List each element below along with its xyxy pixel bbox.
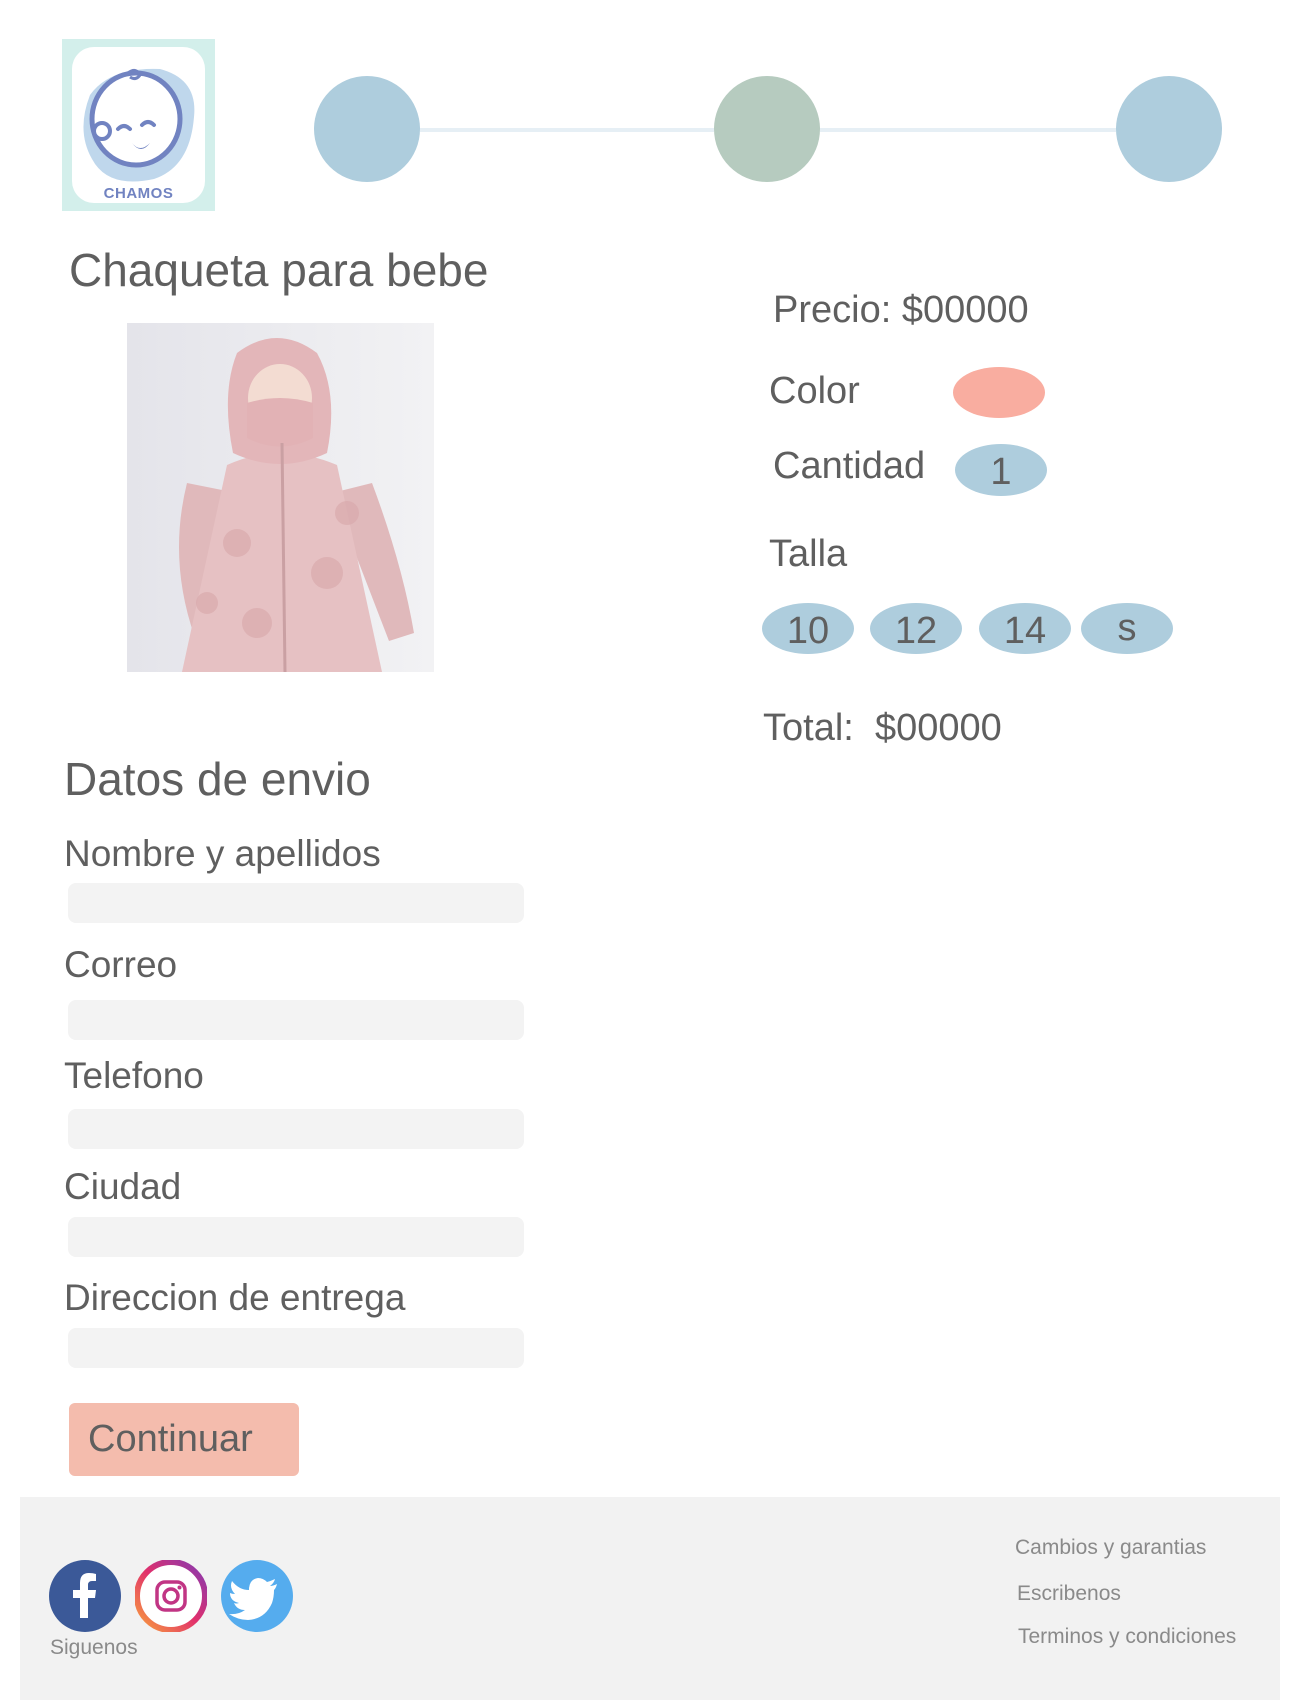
stepper-connector	[420, 128, 714, 132]
color-label: Color	[769, 370, 860, 412]
continue-button[interactable]: Continuar	[69, 1403, 299, 1476]
twitter-glyph-icon	[229, 1578, 277, 1620]
size-option-12[interactable]: 12	[870, 603, 962, 654]
size-label: Talla	[769, 533, 848, 575]
instagram-glyph-icon	[134, 1559, 208, 1633]
follow-us-label: Siguenos	[50, 1636, 138, 1659]
step-1[interactable]	[314, 76, 420, 182]
product-image	[127, 323, 434, 672]
stepper-connector	[820, 128, 1116, 132]
product-price: Precio: $00000	[773, 289, 1029, 331]
size-option-s[interactable]: s	[1081, 603, 1173, 654]
address-input[interactable]	[68, 1328, 524, 1368]
terms-link[interactable]: Terminos y condiciones	[1018, 1625, 1236, 1649]
jacket-photo-icon	[127, 323, 434, 672]
phone-label: Telefono	[64, 1055, 204, 1096]
quantity-selector[interactable]: 1	[955, 444, 1047, 496]
checkout-stepper	[314, 76, 1222, 184]
product-title: Chaqueta para bebe	[69, 244, 489, 296]
name-label: Nombre y apellidos	[64, 833, 381, 874]
email-label: Correo	[64, 944, 178, 985]
quantity-label: Cantidad	[773, 445, 926, 487]
address-label: Direccion de entrega	[64, 1277, 406, 1318]
step-3[interactable]	[1116, 76, 1222, 182]
phone-input[interactable]	[68, 1109, 524, 1149]
email-input[interactable]	[68, 1000, 524, 1040]
size-option-14[interactable]: 14	[979, 603, 1071, 654]
shipping-section-title: Datos de envio	[64, 753, 371, 805]
footer: Siguenos Cambios y garantias Escribenos …	[20, 1497, 1280, 1700]
facebook-icon[interactable]	[49, 1560, 121, 1632]
name-input[interactable]	[68, 883, 524, 923]
city-label: Ciudad	[64, 1166, 182, 1207]
size-option-10[interactable]: 10	[762, 603, 854, 654]
logo-text: CHAMOS	[103, 185, 174, 202]
step-2[interactable]	[714, 76, 820, 182]
returns-link[interactable]: Cambios y garantias	[1015, 1536, 1206, 1560]
twitter-icon[interactable]	[221, 1560, 293, 1632]
instagram-icon[interactable]	[134, 1559, 208, 1633]
brand-logo[interactable]: CHAMOS	[62, 39, 215, 211]
facebook-glyph-icon	[73, 1573, 96, 1618]
city-input[interactable]	[68, 1217, 524, 1257]
order-total: Total: $00000	[763, 707, 1002, 749]
contact-link[interactable]: Escribenos	[1017, 1582, 1121, 1606]
color-swatch[interactable]	[953, 367, 1045, 418]
